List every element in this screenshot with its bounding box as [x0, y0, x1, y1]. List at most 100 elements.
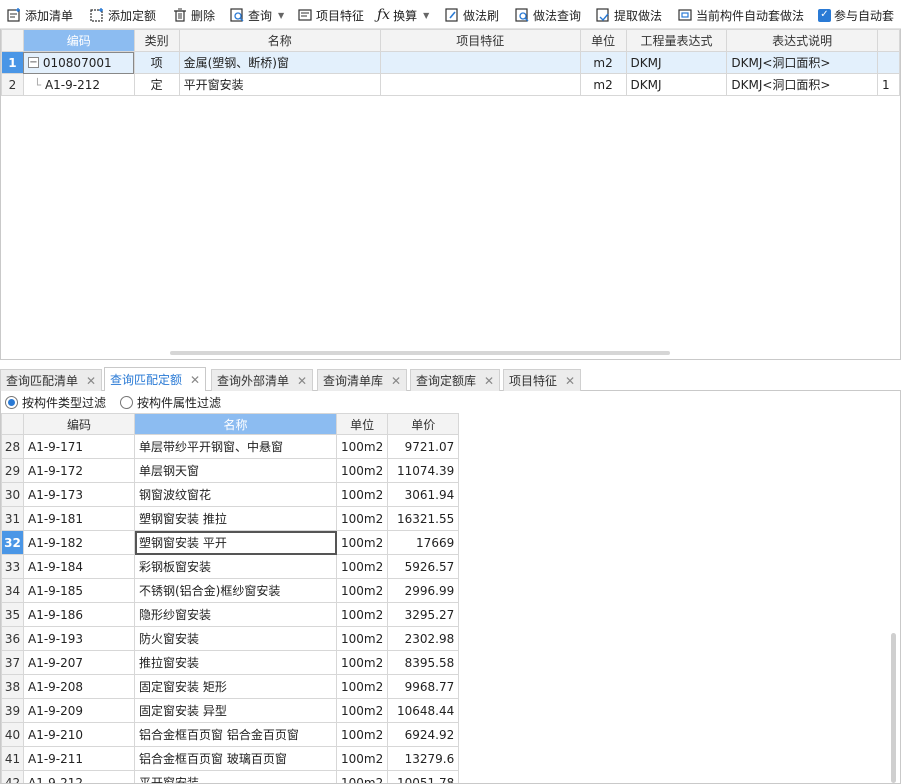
unit-cell[interactable]: 100m2 [335, 770, 389, 783]
col-header-price[interactable]: 单价 [387, 413, 460, 435]
price-cell[interactable]: 10051.78 [387, 770, 460, 783]
unit-cell[interactable]: 100m2 [335, 626, 389, 651]
row-number[interactable]: 30 [1, 482, 24, 507]
close-icon[interactable]: ✕ [297, 374, 307, 388]
table-row[interactable]: 28 A1-9-171 单层带纱平开钢窗、中悬窗 100m2 9721.07 [1, 434, 460, 459]
col-header-code[interactable]: 编码 [23, 413, 135, 435]
table-row[interactable]: 36 A1-9-193 防火窗安装 100m2 2302.98 [1, 626, 460, 651]
close-icon[interactable]: ✕ [391, 374, 401, 388]
desc-cell[interactable]: DKMJ<洞口面积> [726, 73, 878, 96]
row-number[interactable]: 37 [1, 650, 24, 675]
unit-cell[interactable]: 100m2 [335, 458, 389, 483]
expr-cell[interactable]: DKMJ [625, 73, 728, 96]
col-header-name[interactable]: 名称 [134, 413, 337, 435]
row-number[interactable]: 41 [1, 746, 24, 771]
vertical-scrollbar[interactable] [891, 633, 896, 783]
price-cell[interactable]: 3061.94 [387, 482, 460, 507]
col-header-feature[interactable]: 项目特征 [379, 29, 581, 52]
add-list-button[interactable]: 添加清单 [6, 6, 73, 24]
code-cell[interactable]: A1-9-208 [23, 674, 135, 699]
code-cell[interactable]: └ A1-9-212 [22, 73, 135, 96]
convert-button[interactable]: ƒx 换算 ▼ [377, 6, 429, 24]
code-cell[interactable]: A1-9-193 [23, 626, 135, 651]
participate-auto-checkbox[interactable]: ✓ 参与自动套 [818, 6, 894, 24]
name-cell[interactable]: 平开窗安装 [178, 73, 381, 96]
tab-query-quota-library[interactable]: 查询定额库 ✕ [410, 369, 501, 391]
code-cell[interactable]: A1-9-210 [23, 722, 135, 747]
unit-cell[interactable]: 100m2 [335, 650, 389, 675]
row-number[interactable]: 35 [1, 602, 24, 627]
table-row[interactable]: 2 └ A1-9-212 定 平开窗安装 m2 DKMJ DKMJ<洞口面积> … [1, 73, 900, 96]
col-header-unit[interactable]: 单位 [335, 413, 389, 435]
price-cell[interactable]: 11074.39 [387, 458, 460, 483]
row-number[interactable]: 2 [1, 73, 24, 96]
checkbox-checked-icon[interactable]: ✓ [818, 8, 831, 22]
feature-cell[interactable] [379, 73, 581, 96]
code-cell[interactable]: A1-9-212 [23, 770, 135, 783]
code-cell[interactable]: A1-9-184 [23, 554, 135, 579]
row-number[interactable]: 38 [1, 674, 24, 699]
row-number[interactable]: 1 [1, 51, 24, 74]
item-feature-button[interactable]: 项目特征 [297, 6, 364, 24]
code-cell[interactable]: A1-9-172 [23, 458, 135, 483]
name-cell[interactable]: 推拉窗安装 [134, 650, 337, 675]
col-header-unit[interactable]: 单位 [579, 29, 627, 52]
close-icon[interactable]: ✕ [86, 374, 96, 388]
name-cell[interactable]: 防火窗安装 [134, 626, 337, 651]
price-cell[interactable]: 3295.27 [387, 602, 460, 627]
tab-query-match-quota[interactable]: 查询匹配定额 ✕ [104, 367, 207, 391]
unit-cell[interactable]: 100m2 [335, 434, 389, 459]
price-cell[interactable]: 8395.58 [387, 650, 460, 675]
name-cell[interactable]: 固定窗安装 异型 [134, 698, 337, 723]
type-cell[interactable]: 项 [133, 51, 180, 74]
auto-set-button[interactable]: 当前构件自动套做法 [677, 6, 804, 24]
unit-cell[interactable]: 100m2 [335, 506, 389, 531]
unit-cell[interactable]: 100m2 [335, 554, 389, 579]
table-row[interactable]: 33 A1-9-184 彩钢板窗安装 100m2 5926.57 [1, 554, 460, 579]
table-row[interactable]: 35 A1-9-186 隐形纱窗安装 100m2 3295.27 [1, 602, 460, 627]
row-number[interactable]: 33 [1, 554, 24, 579]
desc-cell[interactable]: DKMJ<洞口面积> [726, 51, 878, 74]
col-header-desc[interactable]: 表达式说明 [726, 29, 878, 52]
row-number[interactable]: 29 [1, 458, 24, 483]
chevron-down-icon[interactable]: ▼ [278, 11, 284, 20]
unit-cell[interactable]: 100m2 [335, 722, 389, 747]
name-cell[interactable]: 平开窗安装 [134, 770, 337, 783]
name-cell[interactable]: 钢窗波纹窗花 [134, 482, 337, 507]
expr-cell[interactable]: DKMJ [625, 51, 728, 74]
price-cell[interactable]: 13279.6 [387, 746, 460, 771]
price-cell[interactable]: 17669 [387, 530, 460, 555]
extra-cell[interactable]: 1 [876, 73, 900, 96]
col-header-name[interactable]: 名称 [178, 29, 381, 52]
name-cell[interactable]: 隐形纱窗安装 [134, 602, 337, 627]
chevron-down-icon[interactable]: ▼ [423, 11, 429, 20]
unit-cell[interactable]: 100m2 [335, 578, 389, 603]
extra-cell[interactable] [876, 51, 900, 74]
method-brush-button[interactable]: 做法刷 [444, 6, 499, 24]
name-cell[interactable]: 固定窗安装 矩形 [134, 674, 337, 699]
unit-cell[interactable]: 100m2 [335, 602, 389, 627]
table-row[interactable]: 42 A1-9-212 平开窗安装 100m2 10051.78 [1, 770, 460, 783]
radio-selected-icon[interactable] [5, 395, 18, 409]
code-cell[interactable]: A1-9-211 [23, 746, 135, 771]
feature-cell[interactable] [379, 51, 581, 74]
col-header-code[interactable]: 编码 [22, 29, 135, 52]
query-button[interactable]: 查询 ▼ [229, 6, 284, 24]
table-row[interactable]: 31 A1-9-181 塑钢窗安装 推拉 100m2 16321.55 [1, 506, 460, 531]
table-row[interactable]: 37 A1-9-207 推拉窗安装 100m2 8395.58 [1, 650, 460, 675]
col-header-type[interactable]: 类别 [133, 29, 180, 52]
code-cell[interactable]: A1-9-186 [23, 602, 135, 627]
row-number[interactable]: 34 [1, 578, 24, 603]
row-number[interactable]: 36 [1, 626, 24, 651]
code-cell[interactable]: A1-9-207 [23, 650, 135, 675]
price-cell[interactable]: 6924.92 [387, 722, 460, 747]
row-number[interactable]: 40 [1, 722, 24, 747]
price-cell[interactable]: 16321.55 [387, 506, 460, 531]
name-cell[interactable]: 单层带纱平开钢窗、中悬窗 [134, 434, 337, 459]
filter-by-attr-radio[interactable]: 按构件属性过滤 [120, 394, 221, 411]
name-cell[interactable]: 铝合金框百页窗 玻璃百页窗 [134, 746, 337, 771]
horizontal-scrollbar[interactable] [170, 351, 670, 355]
close-icon[interactable]: ✕ [484, 374, 494, 388]
price-cell[interactable]: 9968.77 [387, 674, 460, 699]
unit-cell[interactable]: 100m2 [335, 482, 389, 507]
